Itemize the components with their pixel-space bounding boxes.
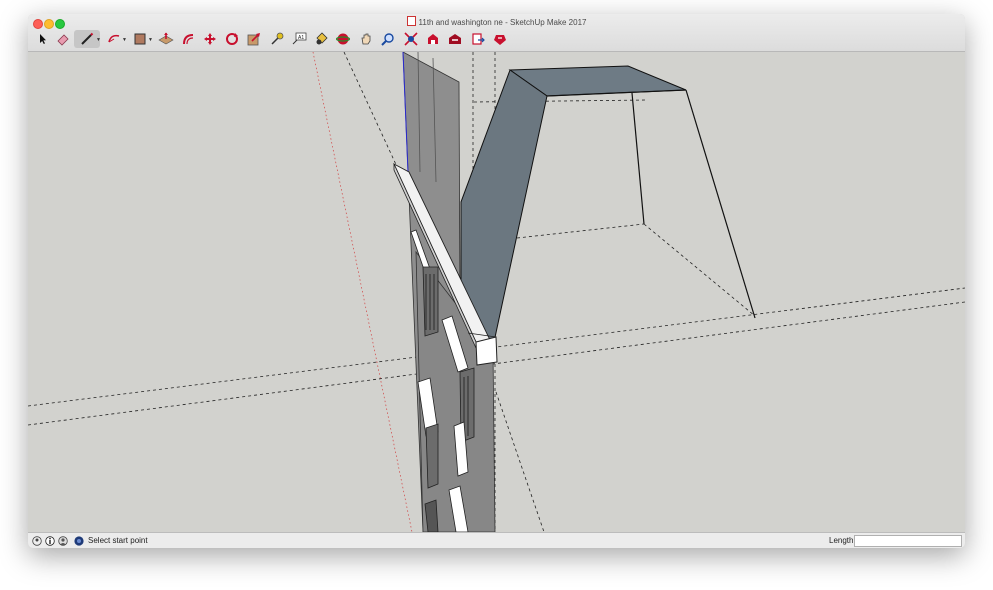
arc-tool-dropdown-icon[interactable]: ▼ [122,37,127,43]
model-viewport[interactable] [28,51,965,533]
line-tool-dropdown-icon[interactable]: ▼ [96,37,101,43]
text-tool-icon[interactable]: A1 [290,30,308,48]
model-canvas[interactable] [28,51,965,533]
eraser-tool-icon[interactable] [54,30,72,48]
window-title-text: 11th and washington ne - SketchUp Make 2… [418,18,587,27]
credits-icon[interactable] [45,536,55,546]
rectangle-tool-dropdown-icon[interactable]: ▼ [148,37,153,43]
status-message: Select start point [88,536,148,545]
send-to-layout-tool-icon[interactable] [469,30,487,48]
extension-warehouse-tool-icon[interactable] [446,30,464,48]
push-pull-tool-icon[interactable] [157,30,175,48]
tape-measure-tool-icon[interactable] [268,30,286,48]
toolbar: ▼ ▼ ▼ A1 [28,28,965,51]
rotate-tool-icon[interactable] [223,30,241,48]
title-bar: 11th and washington ne - SketchUp Make 2… [28,14,965,52]
geo-location-icon[interactable] [32,536,42,546]
length-input[interactable] [854,535,962,547]
orbit-tool-icon[interactable] [334,30,352,48]
offset-tool-icon[interactable] [179,30,197,48]
svg-text:A1: A1 [298,35,304,41]
extension-manager-tool-icon[interactable] [491,30,509,48]
instructor-icon[interactable] [74,536,84,546]
document-icon [406,16,416,26]
move-tool-icon[interactable] [201,30,219,48]
warehouse-tool-icon[interactable] [424,30,442,48]
window-title: 11th and washington ne - SketchUp Make 2… [28,16,965,27]
pan-tool-icon[interactable] [357,30,375,48]
status-bar: Select start point Length [28,532,965,548]
zoom-extents-tool-icon[interactable] [402,30,420,48]
arc-tool-icon[interactable] [105,30,123,48]
length-label: Length [829,536,854,545]
select-tool-icon[interactable] [34,30,52,48]
paint-bucket-tool-icon[interactable] [312,30,330,48]
user-account-icon[interactable] [58,536,68,546]
rectangle-tool-icon[interactable] [131,30,149,48]
zoom-tool-icon[interactable] [379,30,397,48]
sketchup-window: 11th and washington ne - SketchUp Make 2… [28,14,965,548]
scale-tool-icon[interactable] [245,30,263,48]
